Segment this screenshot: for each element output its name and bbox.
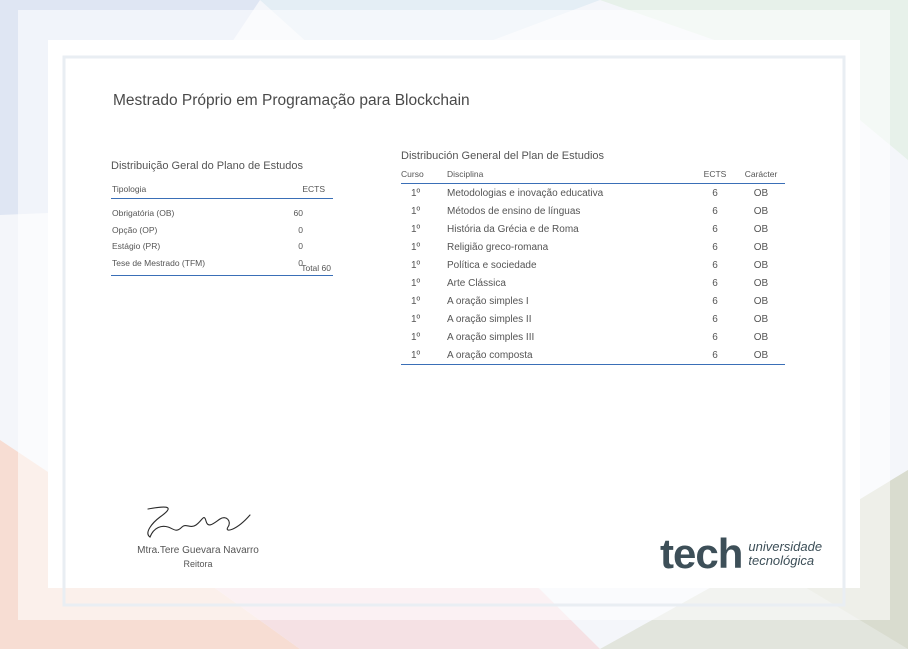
logo-subtitle: universidade tecnológica [748, 540, 822, 568]
table-row: 1º Religião greco-romana 6 OB [401, 238, 785, 256]
cell-course: 1º [411, 259, 421, 271]
table-row: 1º A oração simples III 6 OB [401, 328, 785, 346]
cell-character: OB [753, 241, 769, 253]
row-ects: 0 [298, 224, 303, 235]
cell-course: 1º [411, 313, 421, 325]
general-distribution: Distribuição Geral do Plano de Estudos T… [111, 160, 333, 276]
cell-character: OB [737, 346, 785, 365]
table-row: Obrigatória (OB) 60 [111, 205, 333, 222]
cell-subject: Política e sociedade [447, 259, 537, 271]
cell-character: OB [753, 313, 769, 325]
cell-course: 1º [411, 295, 421, 307]
cell-course: 1º [401, 346, 447, 365]
row-ects: 0 [298, 241, 303, 252]
cell-character: OB [753, 295, 769, 307]
logo-wordmark: tech [660, 530, 743, 577]
cell-course: 1º [411, 223, 421, 235]
table-row: 1º A oração composta 6 OB [401, 346, 785, 365]
cell-ects: 6 [712, 313, 718, 325]
cell-subject: História da Grécia e de Roma [447, 223, 579, 235]
cell-course: 1º [411, 241, 421, 253]
table-row: 1º Arte Clássica 6 OB [401, 274, 785, 292]
cell-course: 1º [411, 331, 421, 343]
col-type: Tipologia [112, 184, 147, 194]
table-row: 1º História da Grécia e de Roma 6 OB [401, 220, 785, 238]
signatory-name: Mtra.Tere Guevara Navarro [137, 545, 259, 556]
cell-subject: A oração simples III [447, 331, 535, 343]
cell-course: 1º [411, 205, 421, 217]
cell-ects: 6 [712, 277, 718, 289]
row-ects: 60 [293, 208, 303, 219]
cell-subject: A oração simples II [447, 313, 532, 325]
cell-character: OB [753, 277, 769, 289]
cell-character: OB [753, 187, 769, 199]
row-type: Estágio (PR) [112, 241, 161, 252]
general-distribution-header: Tipologia ECTS [111, 184, 333, 199]
table-row: Opção (OP) 0 [111, 222, 333, 239]
table-row: 1º A oração simples II 6 OB [401, 310, 785, 328]
cell-character: OB [753, 205, 769, 217]
row-type: Opção (OP) [112, 224, 158, 235]
study-plan-table: Curso Disciplina ECTS Carácter 1º Metodol… [401, 169, 785, 365]
logo-line2: tecnológica [748, 553, 815, 568]
general-distribution-title: Distribuição Geral do Plano de Estudos [111, 160, 303, 172]
cell-ects: 6 [712, 223, 718, 235]
table-row: 1º A oração simples I 6 OB [401, 292, 785, 310]
row-type: Obrigatória (OB) [112, 208, 175, 219]
col-ects: ECTS [302, 184, 325, 194]
cell-subject: Religião greco-romana [447, 241, 549, 253]
col-ects: ECTS [693, 169, 737, 184]
cell-course: 1º [411, 187, 421, 199]
cell-ects: 6 [712, 295, 718, 307]
cell-ects: 6 [712, 331, 718, 343]
table-row: 1º Metodologias e inovação educativa 6 OB [401, 184, 785, 203]
cell-ects: 6 [712, 187, 718, 199]
col-subject: Disciplina [447, 169, 693, 184]
cell-subject: Métodos de ensino de línguas [447, 205, 581, 217]
table-row: 1º Política e sociedade 6 OB [401, 256, 785, 274]
signatory-role: Reitora [183, 559, 213, 569]
cell-subject: A oração simples I [447, 295, 529, 307]
cell-character: OB [753, 259, 769, 271]
row-type: Tese de Mestrado (TFM) [112, 257, 206, 268]
table-row: Estágio (PR) 0 [111, 238, 333, 255]
table-header-row: Curso Disciplina ECTS Carácter [401, 169, 785, 184]
logo-line1: universidade [748, 539, 823, 554]
cell-character: OB [753, 331, 769, 343]
col-course: Curso [401, 169, 447, 184]
col-character: Carácter [737, 169, 785, 184]
cell-character: OB [753, 223, 769, 235]
document-title: Mestrado Próprio em Programação para Blo… [113, 92, 470, 109]
cell-subject: Arte Clássica [447, 277, 506, 289]
study-plan: Distribución General del Plan de Estudio… [401, 150, 785, 365]
cell-subject: A oração composta [447, 346, 693, 365]
cell-course: 1º [411, 277, 421, 289]
cell-ects: 6 [712, 205, 718, 217]
study-plan-title: Distribución General del Plan de Estudio… [401, 150, 605, 162]
cell-subject: Metodologias e inovação educativa [447, 187, 604, 199]
cell-ects: 6 [712, 241, 718, 253]
table-row: 1º Métodos de ensino de línguas 6 OB [401, 202, 785, 220]
signature-scribble [147, 506, 251, 538]
tech-logo: tech universidade tecnológica [660, 533, 822, 575]
cell-ects: 6 [693, 346, 737, 365]
cell-ects: 6 [712, 259, 718, 271]
